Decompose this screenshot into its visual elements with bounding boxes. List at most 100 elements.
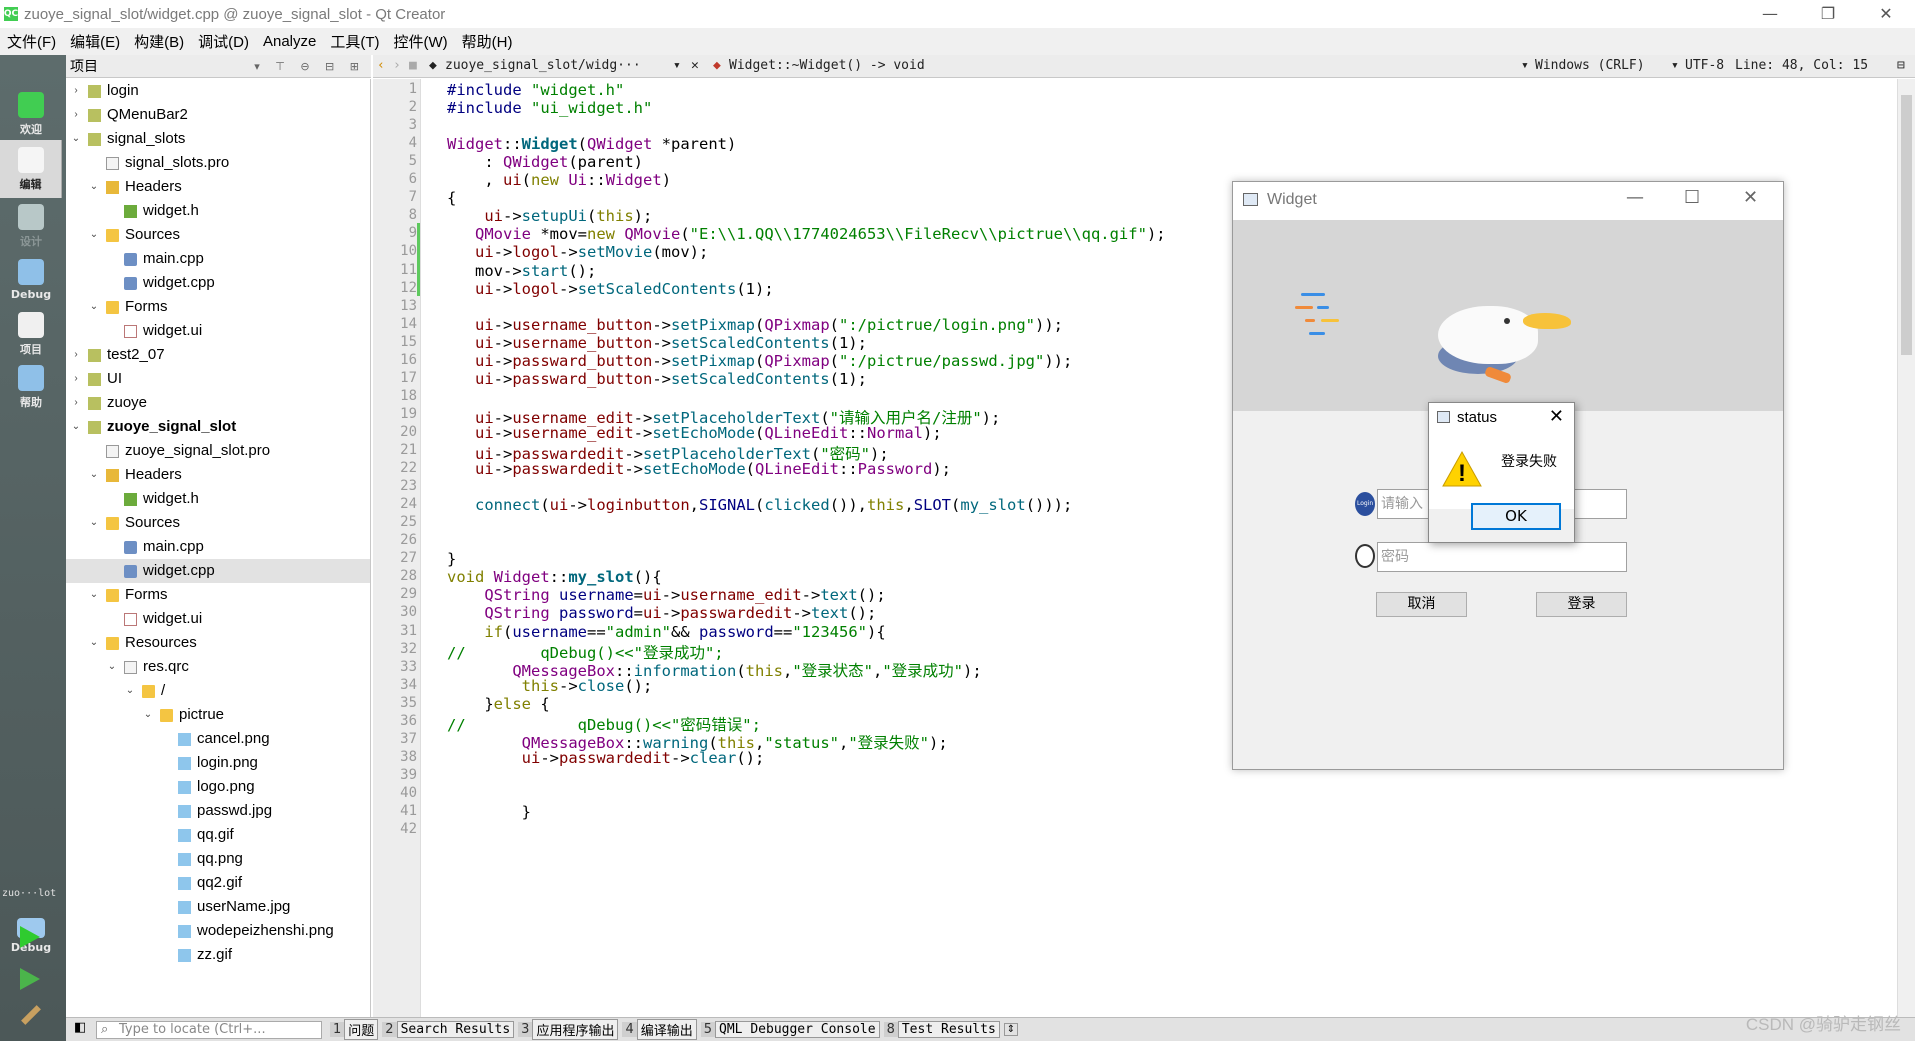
menu-item[interactable]: 编辑(E) <box>63 31 127 52</box>
debug-run-icon[interactable] <box>20 968 40 990</box>
chevron-right-icon[interactable]: › <box>70 79 82 103</box>
tree-item[interactable]: › test2_07 <box>66 343 370 367</box>
lock-icon[interactable] <box>1355 544 1375 568</box>
tree-item[interactable]: widget.cpp <box>66 559 370 583</box>
pane-tools[interactable]: ▾ ⊤ ⊖ ⊟ ⊞ <box>254 60 365 73</box>
chevron-down-icon[interactable]: ⌄ <box>88 463 100 487</box>
tree-item[interactable]: widget.ui <box>66 607 370 631</box>
tree-item[interactable]: logo.png <box>66 775 370 799</box>
tree-item[interactable]: ⌄ Headers <box>66 175 370 199</box>
forward-icon[interactable]: › <box>393 58 401 73</box>
tree-item[interactable]: main.cpp <box>66 247 370 271</box>
tree-item[interactable]: zuoye_signal_slot.pro <box>66 439 370 463</box>
menu-item[interactable]: Analyze <box>256 33 323 50</box>
tree-item[interactable]: zz.gif <box>66 943 370 967</box>
tree-item[interactable]: main.cpp <box>66 535 370 559</box>
tree-item[interactable]: qq.gif <box>66 823 370 847</box>
tree-item[interactable]: widget.ui <box>66 319 370 343</box>
maximize-icon[interactable]: ☐ <box>1684 187 1700 208</box>
run-icon[interactable] <box>20 926 40 948</box>
encoding-label[interactable]: UTF-8 <box>1685 58 1724 73</box>
code-line[interactable]: QString password=ui->passwardedit->text(… <box>447 604 876 622</box>
mode-1[interactable]: 编辑 <box>0 140 62 198</box>
tree-item[interactable]: ⌄ res.qrc <box>66 655 370 679</box>
menu-item[interactable]: 构建(B) <box>127 31 191 52</box>
tree-item[interactable]: ⌄ signal_slots <box>66 127 370 151</box>
cancel-button[interactable]: 取消 <box>1376 592 1467 617</box>
close-icon[interactable]: ✕ <box>1743 187 1758 208</box>
code-line[interactable]: ui->username_button->setPixmap(QPixmap("… <box>447 316 1063 334</box>
code-line[interactable]: ui->passward_button->setScaledContents(1… <box>447 370 867 388</box>
tree-item[interactable]: › login <box>66 79 370 103</box>
chevron-down-icon[interactable]: ▾ <box>1521 58 1529 73</box>
minimize-icon[interactable]: — <box>1626 187 1644 208</box>
code-line[interactable]: Widget::Widget(QWidget *parent) <box>447 135 736 153</box>
editor-scrollbar[interactable] <box>1897 79 1915 1017</box>
menu-item[interactable]: 控件(W) <box>387 31 455 52</box>
minimize-button[interactable]: — <box>1741 0 1799 28</box>
code-line[interactable]: ui->logol->setScaledContents(1); <box>447 280 774 298</box>
code-line[interactable]: ui->username_button->setScaledContents(1… <box>447 334 867 352</box>
tree-item[interactable]: signal_slots.pro <box>66 151 370 175</box>
code-line[interactable]: , ui(new Ui::Widget) <box>447 171 671 189</box>
scrollbar-thumb[interactable] <box>1901 95 1912 355</box>
chevron-down-icon[interactable]: ⌄ <box>88 631 100 655</box>
chevron-down-icon[interactable]: ▾ <box>673 58 681 73</box>
code-line[interactable]: ui->username_edit->setEchoMode(QLineEdit… <box>447 424 942 442</box>
chevron-down-icon[interactable]: ⌄ <box>142 703 154 727</box>
chevron-down-icon[interactable]: ▾ <box>1671 58 1679 73</box>
tree-item[interactable]: qq.png <box>66 847 370 871</box>
locator-input[interactable]: ⌕ Type to locate (Ctrl+... <box>96 1020 322 1039</box>
project-pane-title[interactable]: 项目 <box>70 56 98 76</box>
chevron-down-icon[interactable]: ⌄ <box>88 583 100 607</box>
tree-item[interactable]: › zuoye <box>66 391 370 415</box>
tree-item[interactable]: cancel.png <box>66 727 370 751</box>
chevron-down-icon[interactable]: ⌄ <box>88 175 100 199</box>
ok-button[interactable]: OK <box>1471 503 1561 530</box>
chevron-right-icon[interactable]: › <box>70 367 82 391</box>
chevron-down-icon[interactable]: ⌄ <box>124 679 136 703</box>
output-tab[interactable]: 3 应用程序输出 <box>518 1019 619 1040</box>
tree-item[interactable]: › UI <box>66 367 370 391</box>
tree-item[interactable]: widget.h <box>66 487 370 511</box>
close-document-icon[interactable]: ✕ <box>691 58 699 73</box>
cursor-position[interactable]: Line: 48, Col: 15 <box>1735 58 1868 73</box>
tree-item[interactable]: qq2.gif <box>66 871 370 895</box>
code-line[interactable]: QString username=ui->username_edit->text… <box>447 586 885 604</box>
code-line[interactable]: #include "widget.h" <box>447 81 624 99</box>
restore-button[interactable]: ❐ <box>1799 0 1857 28</box>
code-line[interactable]: mov->start(); <box>447 262 596 280</box>
tree-item[interactable]: ⌄ / <box>66 679 370 703</box>
tree-item[interactable]: ⌄ Forms <box>66 295 370 319</box>
chevron-down-icon[interactable]: ⌄ <box>70 415 82 439</box>
code-line[interactable]: #include "ui_widget.h" <box>447 99 652 117</box>
mode-0[interactable]: 欢迎 <box>0 85 62 143</box>
back-icon[interactable]: ‹ <box>377 58 385 73</box>
mode-4[interactable]: 项目 <box>0 305 62 363</box>
symbol-combo[interactable]: Widget::~Widget() -> void <box>729 58 925 73</box>
tree-item[interactable]: widget.h <box>66 199 370 223</box>
mode-2[interactable]: 设计 <box>0 197 62 255</box>
code-line[interactable]: void Widget::my_slot(){ <box>447 568 662 586</box>
login-button[interactable]: 登录 <box>1536 592 1627 617</box>
toggle-sidebar-icon[interactable]: ◧ <box>74 1020 86 1035</box>
user-icon[interactable]: Login <box>1355 492 1375 516</box>
chevron-down-icon[interactable]: ⌄ <box>88 223 100 247</box>
code-line[interactable]: } <box>447 550 456 568</box>
mode-5[interactable]: 帮助 <box>0 358 62 416</box>
password-input[interactable]: 密码 <box>1377 542 1627 572</box>
tree-item[interactable]: ⌄ Sources <box>66 511 370 535</box>
tree-item[interactable]: userName.jpg <box>66 895 370 919</box>
chevron-down-icon[interactable]: ⌄ <box>70 127 82 151</box>
chevron-down-icon[interactable]: ⌄ <box>88 511 100 535</box>
kit-selector[interactable]: zuo···lot <box>2 888 56 899</box>
tree-item[interactable]: ⌄ Resources <box>66 631 370 655</box>
tree-item[interactable]: ⌄ zuoye_signal_slot <box>66 415 370 439</box>
tree-item[interactable]: passwd.jpg <box>66 799 370 823</box>
tree-item[interactable]: ⌄ Sources <box>66 223 370 247</box>
tree-item[interactable]: wodepeizhenshi.png <box>66 919 370 943</box>
output-tab[interactable]: 4 编译输出 <box>622 1019 697 1040</box>
code-line[interactable]: this->close(); <box>447 677 653 695</box>
code-line[interactable]: { <box>447 189 456 207</box>
menu-item[interactable]: 调试(D) <box>191 31 256 52</box>
